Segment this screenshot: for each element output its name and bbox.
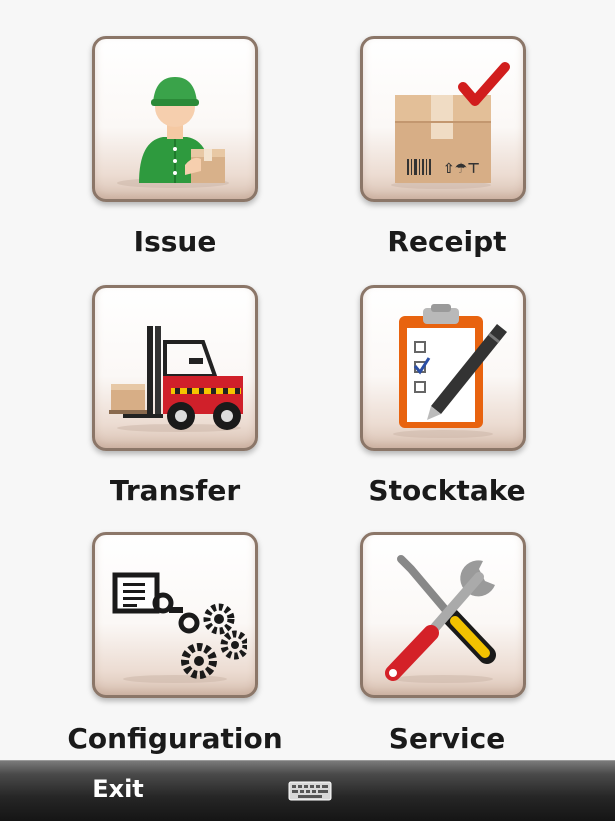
configuration-label[interactable]: Configuration: [55, 722, 295, 755]
taskbar: Exit: [0, 760, 615, 821]
document-gears-icon: [112, 572, 247, 683]
issue-tile[interactable]: [92, 36, 258, 202]
receipt-tile[interactable]: ⇧☂⊤: [360, 36, 526, 202]
forklift-icon: [109, 326, 243, 432]
worker-with-box-icon: [117, 77, 229, 188]
wrench-screwdriver-icon: [385, 555, 496, 683]
configuration-tile[interactable]: [92, 532, 258, 698]
svg-text:⇧☂⊤: ⇧☂⊤: [443, 161, 480, 177]
service-tile[interactable]: [360, 532, 526, 698]
service-label[interactable]: Service: [327, 722, 567, 755]
keyboard-icon[interactable]: [288, 781, 332, 801]
box-with-checkmark-icon: ⇧☂⊤: [391, 62, 510, 189]
stocktake-tile[interactable]: [360, 285, 526, 451]
transfer-tile[interactable]: [92, 285, 258, 451]
stocktake-label[interactable]: Stocktake: [327, 474, 567, 507]
receipt-label[interactable]: Receipt: [327, 225, 567, 258]
clipboard-checklist-icon: [393, 304, 507, 438]
transfer-label[interactable]: Transfer: [55, 474, 295, 507]
exit-button[interactable]: Exit: [78, 775, 158, 803]
issue-label[interactable]: Issue: [55, 225, 295, 258]
